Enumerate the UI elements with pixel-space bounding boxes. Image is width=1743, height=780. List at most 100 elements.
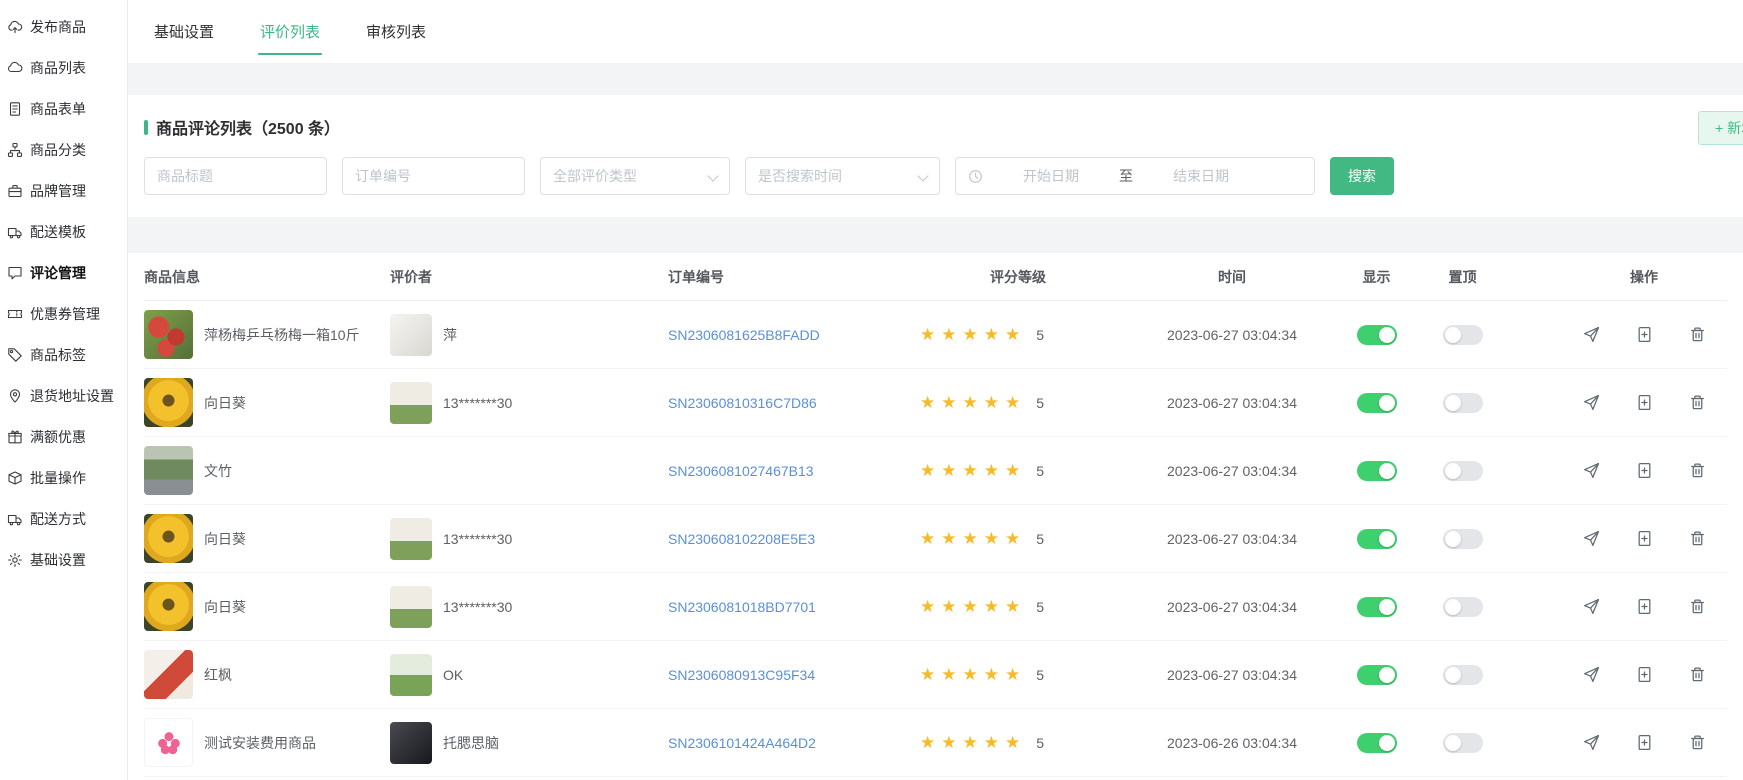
trash-icon[interactable]: [1689, 530, 1706, 547]
product-image-fern: [144, 446, 193, 495]
cloud-icon: [7, 60, 23, 76]
reviewer-cell: 托腮思脑: [390, 722, 648, 764]
pin-toggle[interactable]: [1443, 461, 1483, 481]
display-toggle[interactable]: [1357, 461, 1397, 481]
sidebar-item-delivery-template[interactable]: 配送模板: [0, 211, 127, 252]
trash-icon[interactable]: [1689, 394, 1706, 411]
sidebar-item-return-address-settings[interactable]: 退货地址设置: [0, 375, 127, 416]
end-date-input[interactable]: [1141, 168, 1261, 184]
sidebar-item-product-tags[interactable]: 商品标签: [0, 334, 127, 375]
sidebar-item-coupon-management[interactable]: 优惠券管理: [0, 293, 127, 334]
date-range-picker[interactable]: 至: [955, 157, 1315, 195]
pin-toggle[interactable]: [1443, 325, 1483, 345]
send-icon[interactable]: [1583, 598, 1600, 615]
display-toggle[interactable]: [1357, 325, 1397, 345]
search-button[interactable]: 搜索: [1330, 157, 1394, 195]
trash-icon[interactable]: [1689, 734, 1706, 751]
reviewer-avatar: [390, 314, 432, 356]
pin-toggle[interactable]: [1443, 529, 1483, 549]
send-icon[interactable]: [1583, 394, 1600, 411]
send-icon[interactable]: [1583, 326, 1600, 343]
send-icon[interactable]: [1583, 462, 1600, 479]
product-cell: 萍杨梅乒乓杨梅一箱10斤: [144, 310, 390, 359]
actions-cell: [1504, 598, 1743, 615]
file-add-icon[interactable]: [1636, 734, 1653, 751]
sidebar-item-delivery-method[interactable]: 配送方式: [0, 498, 127, 539]
add-button[interactable]: + 新增: [1698, 111, 1743, 145]
display-toggle[interactable]: [1357, 597, 1397, 617]
order-number-link[interactable]: SN2306080913C95F34: [668, 667, 815, 683]
trash-icon[interactable]: [1689, 666, 1706, 683]
sidebar-item-product-list[interactable]: 商品列表: [0, 47, 127, 88]
product-cell: 向日葵: [144, 378, 390, 427]
tab-basic-settings[interactable]: 基础设置: [152, 0, 216, 63]
review-type-select[interactable]: 全部评价类型: [540, 157, 730, 195]
trash-icon[interactable]: [1689, 326, 1706, 343]
send-icon[interactable]: [1583, 530, 1600, 547]
coupon-icon: [7, 306, 23, 322]
table-row: 萍杨梅乒乓杨梅一箱10斤 萍 SN2306081625B8FADD ★★★★★ …: [144, 301, 1727, 369]
sidebar-item-product-category[interactable]: 商品分类: [0, 129, 127, 170]
sidebar-item-batch-operations[interactable]: 批量操作: [0, 457, 127, 498]
rating-cell: ★★★★★ 5: [904, 462, 1132, 479]
rating-cell: ★★★★★ 5: [904, 666, 1132, 683]
send-icon[interactable]: [1583, 666, 1600, 683]
display-toggle[interactable]: [1357, 733, 1397, 753]
product-title-input[interactable]: [144, 157, 327, 195]
file-add-icon[interactable]: [1636, 530, 1653, 547]
tab-review-list[interactable]: 评价列表: [258, 0, 322, 63]
sidebar-item-basic-settings[interactable]: 基础设置: [0, 539, 127, 580]
order-number-link[interactable]: SN230608102208E5E3: [668, 531, 815, 547]
col-header-reviewer: 评价者: [390, 267, 648, 287]
file-add-icon[interactable]: [1636, 666, 1653, 683]
display-toggle[interactable]: [1357, 393, 1397, 413]
sidebar-item-publish-product[interactable]: 发布商品: [0, 6, 127, 47]
file-add-icon[interactable]: [1636, 598, 1653, 615]
date-separator: 至: [1119, 166, 1133, 186]
order-number-link[interactable]: SN2306081027467B13: [668, 463, 814, 479]
star-rating-icons: ★★★★★: [920, 394, 1026, 411]
start-date-input[interactable]: [991, 168, 1111, 184]
order-number-input[interactable]: [342, 157, 525, 195]
order-number-link[interactable]: SN2306081625B8FADD: [668, 327, 820, 343]
table-row: 向日葵 13*******30 SN2306081018BD7701 ★★★★★…: [144, 573, 1727, 641]
trash-icon[interactable]: [1689, 598, 1706, 615]
product-cell: 文竹: [144, 446, 390, 495]
file-add-icon[interactable]: [1636, 394, 1653, 411]
product-cell: 向日葵: [144, 582, 390, 631]
rating-cell: ★★★★★ 5: [904, 734, 1132, 751]
order-number-link[interactable]: SN2306081018BD7701: [668, 599, 816, 615]
trash-icon[interactable]: [1689, 462, 1706, 479]
pin-toggle[interactable]: [1443, 393, 1483, 413]
table-row: 文竹 SN2306081027467B13 ★★★★★ 5 2023-06-27…: [144, 437, 1727, 505]
file-add-icon[interactable]: [1636, 326, 1653, 343]
sidebar-item-full-amount-discount[interactable]: 满额优惠: [0, 416, 127, 457]
sidebar-item-product-form[interactable]: 商品表单: [0, 88, 127, 129]
comment-icon: [7, 265, 23, 281]
reviewer-name: 13*******30: [443, 395, 512, 411]
sidebar-item-label: 评论管理: [30, 263, 86, 283]
actions-cell: [1504, 394, 1743, 411]
rating-value: 5: [1036, 599, 1044, 615]
rating-cell: ★★★★★ 5: [904, 394, 1132, 411]
table-row: 红枫 OK SN2306080913C95F34 ★★★★★ 5 2023-06…: [144, 641, 1727, 709]
time-search-value: 是否搜索时间: [758, 166, 842, 186]
order-number-link[interactable]: SN2306101424A464D2: [668, 735, 816, 751]
tab-audit-list[interactable]: 审核列表: [364, 0, 428, 63]
sidebar-item-label: 优惠券管理: [30, 304, 100, 324]
gift-icon: [7, 429, 23, 445]
pin-toggle[interactable]: [1443, 665, 1483, 685]
product-cell: 测试安装费用商品: [144, 718, 390, 767]
time-search-select[interactable]: 是否搜索时间: [745, 157, 940, 195]
pin-toggle[interactable]: [1443, 733, 1483, 753]
pin-toggle[interactable]: [1443, 597, 1483, 617]
order-number-link[interactable]: SN23060810316C7D86: [668, 395, 817, 411]
product-image-pink-flower-logo: [144, 718, 193, 767]
display-toggle[interactable]: [1357, 529, 1397, 549]
send-icon[interactable]: [1583, 734, 1600, 751]
file-add-icon[interactable]: [1636, 462, 1653, 479]
sidebar-item-comment-management[interactable]: 评论管理: [0, 252, 127, 293]
clock-icon: [968, 169, 983, 184]
display-toggle[interactable]: [1357, 665, 1397, 685]
sidebar-item-brand-management[interactable]: 品牌管理: [0, 170, 127, 211]
